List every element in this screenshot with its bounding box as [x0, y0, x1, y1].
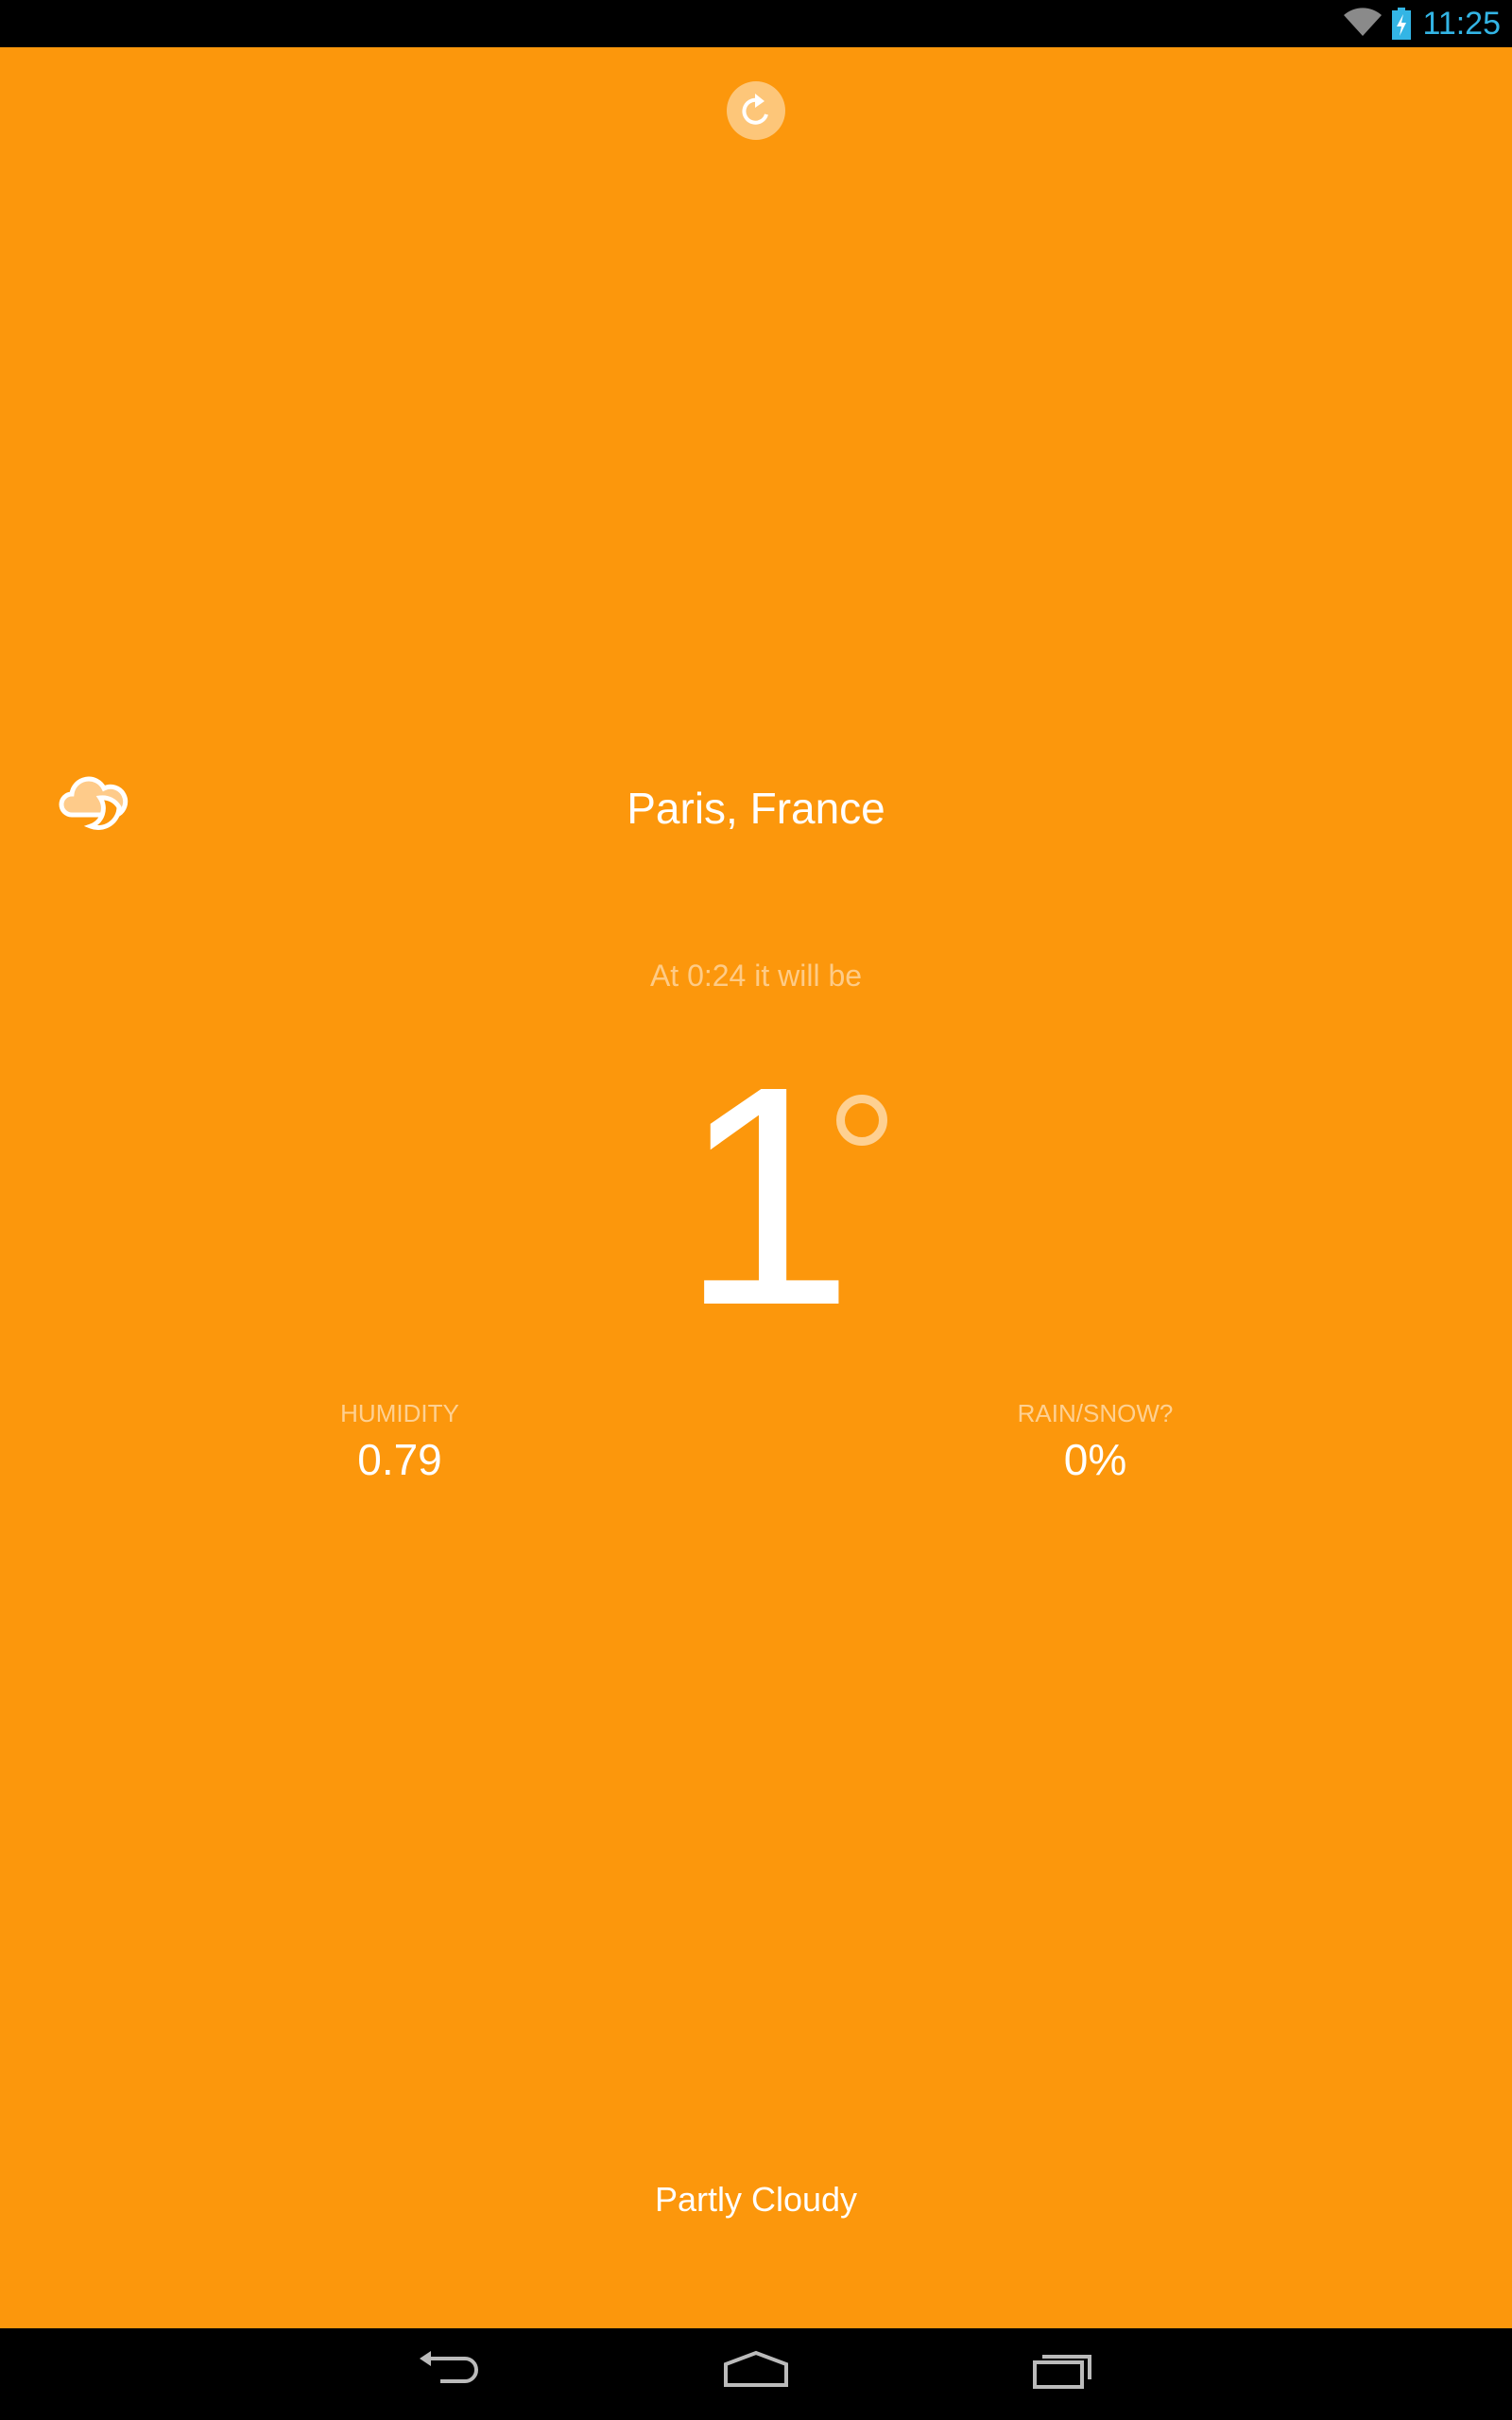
- humidity-label: HUMIDITY: [340, 1399, 459, 1427]
- status-bar: 11:25: [0, 0, 1512, 47]
- home-icon[interactable]: [722, 2349, 790, 2391]
- navigation-bar: [0, 2328, 1512, 2420]
- humidity-stat: HUMIDITY 0.79: [211, 1399, 589, 1485]
- weather-summary: Partly Cloudy: [654, 2180, 858, 2219]
- clock: 11:25: [1422, 6, 1501, 42]
- wifi-icon: [1344, 8, 1382, 36]
- location-title: Paris, France: [627, 784, 885, 833]
- precip-stat: RAIN/SNOW? 0%: [906, 1399, 1284, 1485]
- battery-charging-icon: [1392, 8, 1411, 40]
- forecast-time-text: At 0:24 it will be: [649, 959, 863, 993]
- recent-apps-icon[interactable]: [1031, 2349, 1095, 2391]
- refresh-button[interactable]: [727, 81, 785, 140]
- humidity-value: 0.79: [357, 1435, 442, 1484]
- degree-icon: [836, 1095, 887, 1146]
- precip-value: 0%: [1063, 1435, 1127, 1484]
- back-icon[interactable]: [418, 2349, 480, 2391]
- precip-label: RAIN/SNOW?: [1017, 1399, 1174, 1427]
- temperature-value: 1: [680, 1021, 854, 1370]
- refresh-icon: [742, 94, 768, 125]
